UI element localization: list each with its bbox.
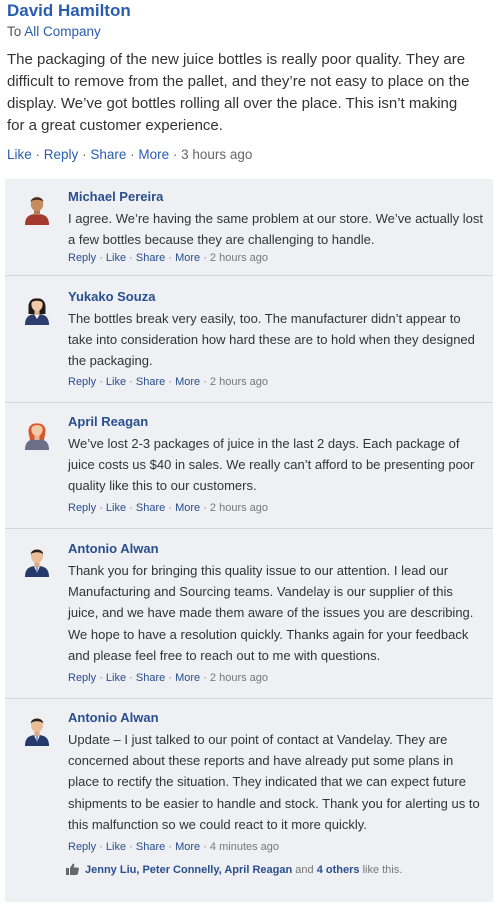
comment-reply-link[interactable]: Reply (68, 252, 96, 264)
comment-body: Thank you for bringing this quality issu… (68, 563, 474, 663)
commenter-name[interactable]: Yukako Souza (68, 289, 155, 304)
post-body: The packaging of the new juice bottles i… (7, 51, 470, 134)
comment-more-link[interactable]: More (175, 376, 200, 388)
likes-summary: Jenny Liu, Peter Connelly, April Reagan … (66, 863, 402, 876)
comment-like-link[interactable]: Like (106, 502, 126, 514)
comment-timestamp: 4 minutes ago (209, 841, 280, 853)
comment-actions: Reply · Like · Share · More · 2 hours ag… (68, 672, 269, 684)
comment-body: Update – I just talked to our point of c… (68, 732, 480, 832)
comment-more-link[interactable]: More (175, 502, 200, 514)
comment-like-link[interactable]: Like (106, 841, 126, 853)
comment-body: The bottles break very easily, too. The … (68, 311, 475, 369)
comment-timestamp: 2 hours ago (209, 376, 269, 388)
likes-suffix: like this. (362, 864, 403, 876)
others-likers-link[interactable]: 4 others (317, 864, 360, 876)
man-in-suit-avatar-icon (25, 549, 49, 577)
share-link[interactable]: Share (90, 147, 126, 162)
comment-actions: Reply · Like · Share · More · 4 minutes … (68, 841, 280, 853)
comment-share-link[interactable]: Share (136, 672, 165, 684)
comment-thread: Michael Pereira I agree. We’re having th… (5, 179, 493, 902)
commenter-name[interactable]: Antonio Alwan (68, 710, 159, 725)
commenter-name[interactable]: April Reagan (68, 414, 148, 429)
comment-reply-link[interactable]: Reply (68, 502, 96, 514)
thumbs-up-icon (66, 863, 79, 875)
comment-like-link[interactable]: Like (106, 252, 126, 264)
comment-body: We’ve lost 2-3 packages of juice in the … (68, 436, 475, 494)
comment-item: Yukako Souza The bottles break very easi… (5, 279, 493, 403)
like-link[interactable]: Like (7, 147, 32, 162)
comment-like-link[interactable]: Like (106, 376, 126, 388)
man-in-suit-avatar-icon (25, 718, 49, 746)
man-avatar-icon (25, 196, 49, 225)
comment-timestamp: 2 hours ago (209, 672, 269, 684)
more-link[interactable]: More (138, 147, 169, 162)
post-actions: Like · Reply · Share · More · 3 hours ag… (7, 147, 253, 162)
commenter-name[interactable]: Antonio Alwan (68, 541, 159, 556)
woman-avatar-icon (25, 297, 49, 325)
comment-more-link[interactable]: More (175, 672, 200, 684)
comment-share-link[interactable]: Share (136, 841, 165, 853)
commenter-name[interactable]: Michael Pereira (68, 189, 163, 204)
woman-avatar-icon (25, 422, 49, 450)
comment-reply-link[interactable]: Reply (68, 672, 96, 684)
post-timestamp: 3 hours ago (181, 147, 253, 162)
post-audience: To All Company (7, 24, 101, 39)
comment-timestamp: 2 hours ago (209, 502, 269, 514)
audience-group-link[interactable]: All Company (24, 24, 101, 39)
comment-share-link[interactable]: Share (136, 376, 165, 388)
comment-share-link[interactable]: Share (136, 502, 165, 514)
audience-prefix: To (7, 24, 22, 39)
comment-actions: Reply · Like · Share · More · 2 hours ag… (68, 252, 269, 264)
comment-body: I agree. We’re having the same problem a… (68, 211, 483, 248)
comment-reply-link[interactable]: Reply (68, 841, 96, 853)
likes-and: and (295, 864, 314, 876)
comment-item: April Reagan We’ve lost 2-3 packages of … (5, 404, 493, 529)
post-author-name[interactable]: David Hamilton (7, 1, 131, 21)
comment-more-link[interactable]: More (175, 252, 200, 264)
comment-actions: Reply · Like · Share · More · 2 hours ag… (68, 376, 269, 388)
comment-more-link[interactable]: More (175, 841, 200, 853)
comment-reply-link[interactable]: Reply (68, 376, 96, 388)
comment-timestamp: 2 hours ago (209, 252, 269, 264)
comment-like-link[interactable]: Like (106, 672, 126, 684)
comment-item: Michael Pereira I agree. We’re having th… (5, 179, 493, 276)
comment-share-link[interactable]: Share (136, 252, 165, 264)
comment-item: Antonio Alwan Thank you for bringing thi… (5, 531, 493, 699)
reply-link[interactable]: Reply (44, 147, 79, 162)
likers-names-link[interactable]: Jenny Liu, Peter Connelly, April Reagan (85, 864, 292, 876)
comment-actions: Reply · Like · Share · More · 2 hours ag… (68, 502, 269, 514)
